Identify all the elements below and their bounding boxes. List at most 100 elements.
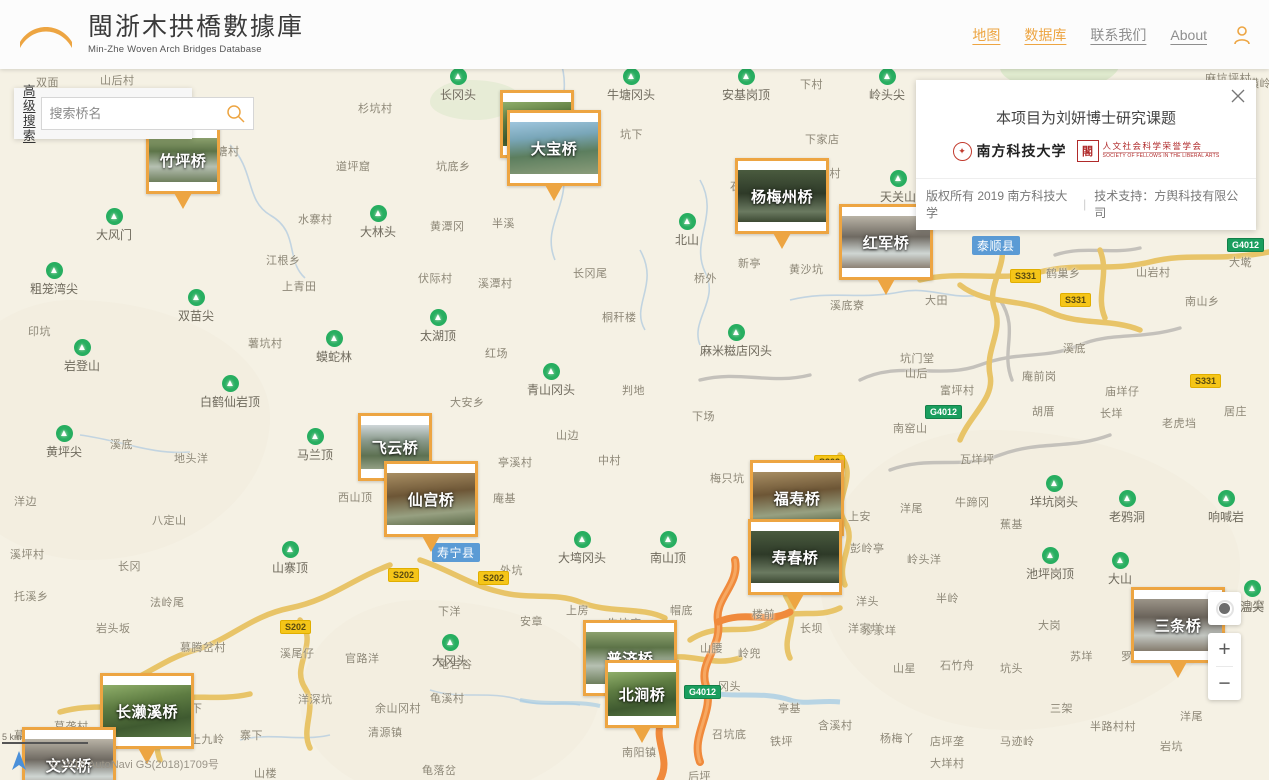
map-peak-marker[interactable]: ▲ 马兰顶 xyxy=(297,428,333,463)
map-peak-marker[interactable]: ▲ 岩登山 xyxy=(64,339,100,374)
mountain-icon: ▲ xyxy=(1111,552,1129,569)
bridge-photo: 北涧桥 xyxy=(608,672,676,716)
map-place-label: 溪底寮 xyxy=(830,300,865,312)
map-peak-marker[interactable]: ▲ 粗笼湾尖 xyxy=(30,262,78,297)
mountain-icon: ▲ xyxy=(1217,490,1235,507)
route-shield: G4012 xyxy=(925,405,963,419)
map-peak-marker[interactable]: ▲ 山寨顶 xyxy=(272,541,308,576)
map-peak-marker[interactable]: ▲ 池坪岗顶 xyxy=(1026,547,1074,582)
route-shield: S202 xyxy=(388,568,420,582)
bridge-name-label: 三条桥 xyxy=(1154,617,1202,635)
map-peak-marker[interactable]: ▲ 牛塘冈头 xyxy=(607,68,655,103)
map-place-label: 鹤巢乡 xyxy=(1046,268,1081,280)
zoom-in-button[interactable]: + xyxy=(1208,633,1241,666)
map-place-label: 下村 xyxy=(800,79,823,91)
route-shield: S331 xyxy=(1190,374,1222,388)
sfla-logo-text-en: SOCIETY OF FELLOWS IN THE LIBERAL ARTS xyxy=(1102,152,1220,159)
zoom-out-button[interactable]: − xyxy=(1208,667,1241,700)
map-peak-marker[interactable]: ▲ 大冈头 xyxy=(432,634,468,669)
peak-label: 白鹤仙岩顶 xyxy=(200,395,261,409)
map-peak-marker[interactable]: ▲ 蟆蛇林 xyxy=(316,330,352,365)
map-peak-marker[interactable]: ▲ 太湖顶 xyxy=(420,309,456,344)
brand-title-en: Min-Zhe Woven Arch Bridges Database xyxy=(88,44,262,56)
map-peak-marker[interactable]: ▲ 老鸦洞 xyxy=(1109,490,1145,525)
map-place-label: 溪尾仔 xyxy=(280,648,315,660)
map-place-label: 冈头 xyxy=(718,681,741,693)
map-peak-marker[interactable]: ▲ 长冈头 xyxy=(440,68,476,103)
peak-label: 马兰顶 xyxy=(297,448,334,462)
map-peak-marker[interactable]: ▲ 北山 xyxy=(675,213,699,248)
peak-label: 响喊岩 xyxy=(1208,510,1245,524)
map-peak-marker[interactable]: ▲ 大林头 xyxy=(360,205,396,240)
peak-label: 天关山 xyxy=(880,190,917,204)
peak-label: 粗笼湾尖 xyxy=(30,282,79,296)
map-peak-marker[interactable]: ▲ 响喊岩 xyxy=(1208,490,1244,525)
map-place-label: 上安 xyxy=(848,511,871,523)
map-place-label: 苏垟 xyxy=(1070,651,1093,663)
map-peak-marker[interactable]: ▲ 青山冈头 xyxy=(527,363,575,398)
advanced-search-link[interactable]: 高级 搜索 xyxy=(23,84,36,144)
map-place-label: 新亭 xyxy=(738,258,761,270)
map-peak-marker[interactable]: ▲ 南山顶 xyxy=(650,531,686,566)
bridge-marker[interactable]: 大宝桥 xyxy=(507,110,601,201)
bridge-card-padding xyxy=(842,268,930,277)
nav-contact[interactable]: 联系我们 xyxy=(1090,25,1146,45)
map-place-label: 八定山 xyxy=(152,515,187,527)
peak-label: 温尖 xyxy=(1240,600,1265,614)
bridge-name-label: 红军桥 xyxy=(862,234,910,252)
map-place-label: 铁坪 xyxy=(770,736,793,748)
search-box[interactable] xyxy=(40,97,254,130)
user-account-icon[interactable] xyxy=(1231,24,1253,46)
nav-database[interactable]: 数据库 xyxy=(1024,25,1066,45)
mountain-icon: ▲ xyxy=(1045,475,1063,492)
bridge-marker[interactable]: 北涧桥 xyxy=(605,660,679,743)
map-place-label: 余山冈村 xyxy=(375,703,421,715)
bridge-name-label: 寿春桥 xyxy=(771,549,819,567)
map-place-label: 伏际村 xyxy=(418,273,453,285)
info-panel-footer: 版权所有 2019 南方科技大学 | 技术支持：方舆科技有限公司 xyxy=(916,178,1256,230)
bridge-marker[interactable]: 仙宫桥 xyxy=(384,461,478,552)
map-peak-marker[interactable]: ▲ 大山 xyxy=(1108,552,1132,587)
map-place-label: 半溪 xyxy=(492,218,515,230)
map-peak-marker[interactable]: ▲ 垟坑岗头 xyxy=(1030,475,1078,510)
bridge-name-label: 仙宫桥 xyxy=(407,491,455,509)
mountain-icon: ▲ xyxy=(55,425,73,442)
mountain-icon: ▲ xyxy=(889,170,907,187)
map-peak-marker[interactable]: ▲ 白鹤仙岩顶 xyxy=(200,375,260,410)
map-peak-marker[interactable]: ▲ 大塆冈头 xyxy=(558,531,606,566)
nav-map[interactable]: 地图 xyxy=(972,25,1000,45)
map-peak-marker[interactable]: ▲ 大风门 xyxy=(96,208,132,243)
map-place-label: 洋边 xyxy=(14,496,37,508)
map-place-label: 南阳镇 xyxy=(622,747,657,759)
map-peak-marker[interactable]: ▲ 天关山 xyxy=(880,170,916,205)
map-place-label: 胡厝 xyxy=(1032,406,1055,418)
map-peak-marker[interactable]: ▲ 安基岗顶 xyxy=(722,68,770,103)
map-place-label: 大垟村 xyxy=(930,758,965,770)
peak-label: 牛塘冈头 xyxy=(607,88,656,102)
search-input[interactable] xyxy=(49,106,226,121)
bridge-photo: 寿春桥 xyxy=(751,531,839,583)
map-peak-marker[interactable]: ▲ 双苗尖 xyxy=(178,289,214,324)
locate-me-icon[interactable] xyxy=(1208,592,1241,625)
map-peak-marker[interactable]: ▲ 黄坪尖 xyxy=(46,425,82,460)
mountain-icon: ▲ xyxy=(105,208,123,225)
bridge-photo: 福寿桥 xyxy=(753,472,841,524)
mountain-icon: ▲ xyxy=(542,363,560,380)
map-peak-marker[interactable]: ▲ 麻米糍店冈头 xyxy=(700,324,772,359)
brand-logo[interactable]: 閩浙木拱橋數據庫 Min-Zhe Woven Arch Bridges Data… xyxy=(18,14,304,56)
bridge-name-label: 长濑溪桥 xyxy=(115,703,178,721)
close-icon[interactable] xyxy=(1230,88,1246,104)
route-shield: S331 xyxy=(1060,293,1092,307)
map-place-label: 石竹舟 xyxy=(940,660,975,672)
sfla-logo-text-cn: 人文社会科学荣誉学会 xyxy=(1102,141,1203,152)
route-shield: S202 xyxy=(280,620,312,634)
search-icon[interactable] xyxy=(226,104,245,123)
bridge-marker[interactable]: 寿春桥 xyxy=(748,519,842,610)
map-place-label: 薯坑村 xyxy=(248,338,283,350)
bridge-marker[interactable]: 杨梅州桥 xyxy=(735,158,829,249)
mountain-icon: ▲ xyxy=(325,330,343,347)
map-peak-marker[interactable]: ▲ 温尖 xyxy=(1240,580,1264,615)
map-peak-marker[interactable]: ▲ 岭头尖 xyxy=(869,68,905,103)
nav-about[interactable]: About xyxy=(1170,27,1207,43)
mountain-icon: ▲ xyxy=(449,68,467,85)
